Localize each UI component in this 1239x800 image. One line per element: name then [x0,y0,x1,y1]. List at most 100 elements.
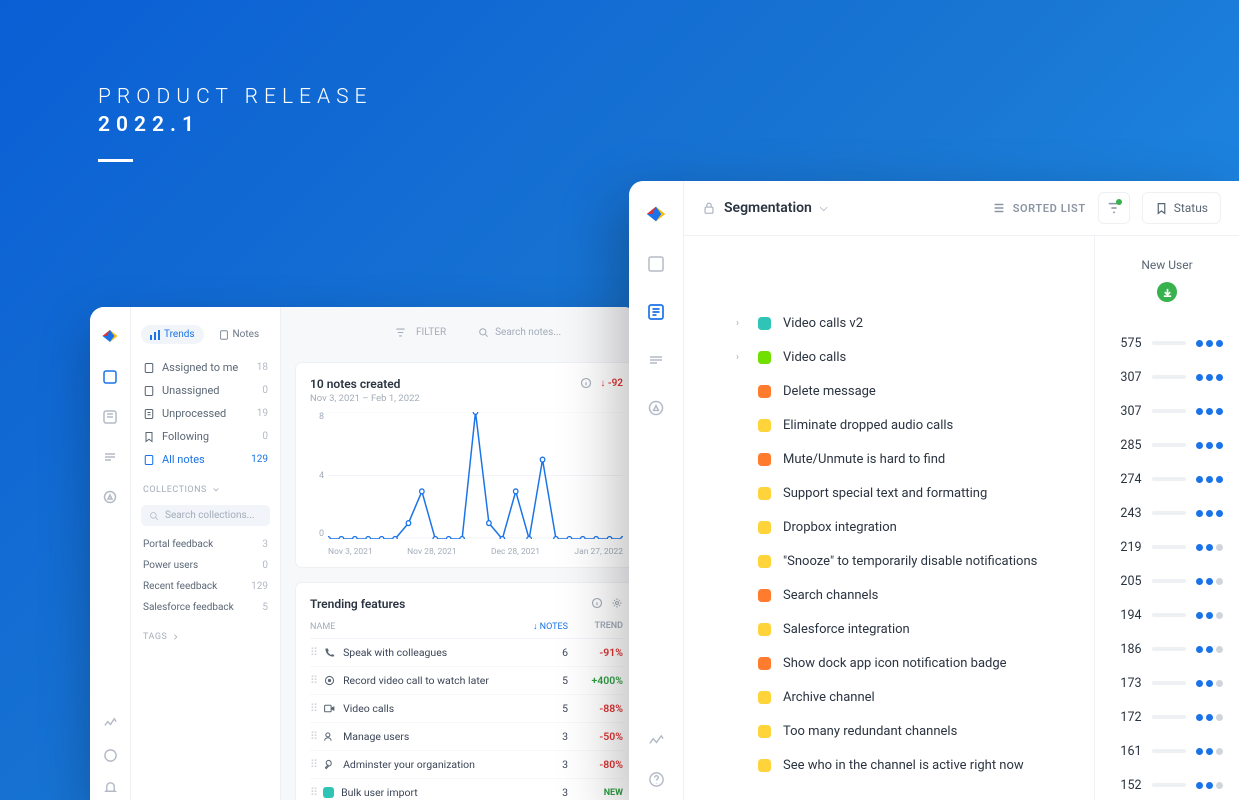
stat-dots-icon [1196,714,1223,721]
rail-notes-icon[interactable] [102,369,118,385]
notes-count: 3 [524,786,568,799]
filter-label[interactable]: FILTER [416,327,446,338]
tab-notes-label: Notes [233,329,260,340]
stat-bar [1152,749,1186,753]
feature-label: See who in the channel is active right n… [783,758,1024,773]
feature-row[interactable]: "Snooze" to temporarily disable notifica… [736,544,1094,578]
stat-row: 186 [1095,632,1239,666]
x-axis: Nov 3, 2021 Nov 28, 2021 Dec 28, 2021 Ja… [328,547,623,557]
rail-notes-icon[interactable] [647,255,665,273]
nav-item[interactable]: Unprocessed19 [131,402,280,425]
collection-item[interactable]: Recent feedback129 [131,576,280,597]
collection-item[interactable]: Power users0 [131,555,280,576]
nav-label: Unassigned [162,384,220,397]
drag-handle-icon[interactable]: ⠿ [310,646,316,659]
collections-header[interactable]: COLLECTIONS [131,471,280,501]
feature-row[interactable]: Salesforce integration [736,612,1094,646]
lock-icon [702,201,716,215]
nav-item[interactable]: Unassigned 0 [131,379,280,402]
feature-row[interactable]: See who in the channel is active right n… [736,748,1094,782]
feature-row[interactable]: Show dock app icon notification badge [736,646,1094,680]
rail-list-icon[interactable] [102,449,118,465]
rail-explore-icon[interactable] [647,399,665,417]
trending-row[interactable]: ⠿Speak with colleagues6-91% [310,639,623,667]
feature-row[interactable]: Support special text and formatting [736,476,1094,510]
stat-row: 152 [1095,768,1239,800]
stat-dots-icon [1196,442,1223,449]
nav-count: 0 [262,431,268,442]
status-button[interactable]: Status [1142,192,1221,224]
drag-handle-icon[interactable]: ⠿ [310,758,316,771]
trending-row[interactable]: ⠿Video calls5-88% [310,695,623,723]
expand-icon[interactable]: › [736,352,746,363]
feature-row[interactable]: Mute/Unmute is hard to find [736,442,1094,476]
sorted-list-button[interactable]: SORTED LIST [992,201,1086,215]
rail-board-icon[interactable] [647,303,665,321]
phone-icon [323,646,336,659]
nav-item[interactable]: Assigned to me18 [131,356,280,379]
col-notes-header[interactable]: ↓ NOTES [524,621,568,632]
drag-handle-icon[interactable]: ⠿ [310,730,316,743]
drag-handle-icon[interactable]: ⠿ [310,702,316,715]
app-logo-icon[interactable] [645,203,667,225]
feature-label: Mute/Unmute is hard to find [783,452,945,467]
tab-notes[interactable]: Notes [210,325,269,344]
nav-count: 19 [257,408,268,419]
feature-row[interactable]: Too many redundant channels [736,714,1094,748]
feature-label: Video calls v2 [783,316,863,331]
rail-explore-icon[interactable] [102,489,118,505]
window-segmentation: Segmentation ⌵ SORTED LIST Status ›Video… [629,181,1239,800]
trend-value: NEW [568,788,623,798]
trending-row[interactable]: ⠿Bulk user import3NEW [310,779,623,800]
feature-row[interactable]: Eliminate dropped audio calls [736,408,1094,442]
col-trend-header[interactable]: TREND [568,621,623,632]
stat-row: 194 [1095,598,1239,632]
collection-item[interactable]: Salesforce feedback5 [131,597,280,618]
search-collections-input[interactable]: Search collections... [141,505,270,526]
trending-row[interactable]: ⠿Record video call to watch later5+400% [310,667,623,695]
info-icon[interactable] [591,597,603,609]
trend-value: -50% [568,730,623,743]
collection-item[interactable]: Portal feedback3 [131,534,280,555]
col-name-header[interactable]: NAME [310,621,524,632]
download-badge-icon[interactable] [1157,282,1177,302]
nav-item[interactable]: Following0 [131,425,280,448]
expand-icon[interactable]: › [736,318,746,329]
stat-row: 307 [1095,394,1239,428]
stat-bar [1152,681,1186,685]
stat-bar [1152,341,1186,345]
gear-icon[interactable] [611,597,623,609]
rail-help-icon[interactable] [102,747,118,763]
info-icon[interactable] [580,377,592,389]
filter-button[interactable] [1098,192,1130,224]
tags-header[interactable]: TAGS [131,618,280,648]
drag-handle-icon[interactable]: ⠿ [310,674,316,687]
feature-row[interactable]: Delete message [736,374,1094,408]
drag-handle-icon[interactable]: ⠿ [310,786,316,799]
rail-help-icon[interactable] [647,770,665,788]
tab-trends[interactable]: Trends [141,325,204,344]
rail-activity-icon[interactable] [647,732,665,750]
app-logo-icon[interactable] [101,327,119,345]
rail-activity-icon[interactable] [102,715,118,731]
feature-row[interactable]: Dropbox integration [736,510,1094,544]
page-title[interactable]: Segmentation ⌵ [702,200,827,216]
search-notes-input[interactable]: Search notes... [478,327,561,338]
stat-row: 307 [1095,360,1239,394]
search-icon [478,327,489,338]
feature-row[interactable]: Archive channel [736,680,1094,714]
nav-item[interactable]: All notes129 [131,448,280,471]
rail-bell-icon[interactable] [102,779,118,795]
trending-row[interactable]: ⠿Manage users3-50% [310,723,623,751]
feature-row[interactable]: › Video calls v2 [736,306,1094,340]
trend-value: -88% [568,702,623,715]
rail-board-icon[interactable] [102,409,118,425]
trending-row[interactable]: ⠿Adminster your organization3-80% [310,751,623,779]
rail-list-icon[interactable] [647,351,665,369]
filter-icon[interactable] [395,327,406,338]
feature-row[interactable]: Search channels [736,578,1094,612]
stat-bar [1152,545,1186,549]
feature-row[interactable]: ›Video calls [736,340,1094,374]
stat-value: 205 [1112,574,1142,589]
nav-count: 0 [262,385,268,396]
